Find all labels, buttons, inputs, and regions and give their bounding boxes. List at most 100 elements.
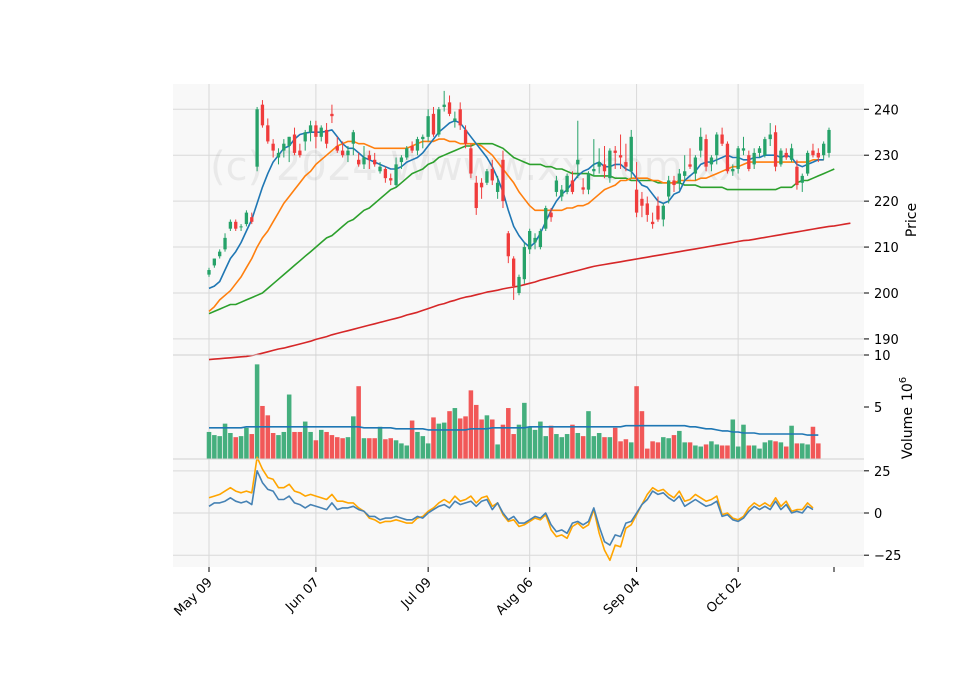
- volume-bar: [281, 431, 287, 459]
- candle-body: [763, 139, 767, 156]
- volume-bar: [805, 444, 810, 459]
- candle-body: [292, 134, 297, 153]
- candle-body: [287, 136, 291, 147]
- candle-body: [768, 134, 772, 140]
- volume-bar: [746, 445, 752, 459]
- volume-bar: [217, 436, 222, 459]
- volume-bar: [292, 431, 297, 459]
- candle-body: [490, 168, 494, 181]
- candle-body: [650, 221, 655, 225]
- volume-bar: [511, 434, 516, 459]
- candle-body: [447, 102, 452, 114]
- volume-bar: [335, 437, 340, 459]
- candle: [544, 205, 548, 231]
- price-tick-label: 230: [874, 149, 899, 164]
- volume-bar: [270, 433, 276, 459]
- candle-body: [752, 152, 756, 165]
- volume-exponent-base: 10: [900, 383, 916, 401]
- candle-body: [560, 189, 564, 197]
- candlestick-chart: (c) 2024 Wwww.xx.com.xx May 09 Jun 07 Jul …: [0, 0, 960, 690]
- volume-bar: [794, 443, 800, 459]
- candle-body: [602, 164, 607, 172]
- candle-body: [314, 125, 318, 137]
- candle-body: [324, 129, 329, 144]
- volume-bar: [313, 440, 319, 459]
- candle-body: [431, 113, 436, 135]
- candle-body: [672, 180, 676, 186]
- price-tick-label: 190: [874, 333, 899, 348]
- candle-body: [319, 127, 323, 137]
- candle-body: [634, 189, 639, 213]
- volume-bar: [698, 446, 703, 459]
- volume-bar: [473, 404, 479, 459]
- volume-bar: [730, 419, 736, 459]
- candle-body: [656, 205, 660, 220]
- candle-body: [613, 150, 617, 153]
- volume-bar: [559, 437, 565, 459]
- candle-body: [661, 205, 665, 220]
- volume-bar: [532, 429, 538, 459]
- candle: [255, 106, 259, 172]
- volume-bar: [233, 437, 238, 459]
- volume-bar: [490, 419, 495, 459]
- candle: [485, 168, 489, 186]
- candle-body: [645, 203, 649, 215]
- candle-body: [779, 150, 783, 165]
- volume-bar: [623, 439, 629, 459]
- volume-bar: [682, 442, 687, 459]
- volume-bar: [741, 424, 746, 459]
- candle: [538, 228, 543, 250]
- candle-body: [811, 150, 815, 156]
- volume-tick-label: 5: [874, 401, 882, 416]
- candle-body: [276, 152, 281, 158]
- volume-bar: [404, 445, 410, 459]
- volume-bar: [393, 440, 399, 459]
- volume-bar: [602, 437, 607, 459]
- candle-body: [592, 168, 596, 172]
- candle: [244, 210, 249, 227]
- candle-body: [795, 166, 799, 186]
- candle-body: [218, 251, 222, 257]
- volume-bar: [441, 422, 447, 459]
- candle-body: [298, 150, 302, 156]
- volume-bar: [297, 431, 303, 459]
- candle-body: [511, 258, 516, 287]
- volume-bar: [479, 419, 484, 459]
- candle-body: [266, 125, 270, 142]
- volume-bar: [249, 434, 255, 459]
- candle: [704, 134, 708, 172]
- volume-bar: [383, 439, 388, 459]
- candle-body: [506, 233, 510, 257]
- candle-body: [207, 270, 211, 275]
- candle-body: [827, 129, 831, 153]
- candle-body: [618, 155, 623, 158]
- volume-bar: [463, 416, 468, 459]
- volume-bar: [767, 440, 773, 459]
- volume-bar: [810, 426, 816, 459]
- candle-body: [528, 230, 532, 250]
- candle-body: [709, 157, 714, 165]
- volume-bar: [329, 435, 335, 459]
- volume-bar: [238, 436, 244, 459]
- volume-bar: [516, 424, 522, 459]
- candle-body: [340, 150, 345, 156]
- volume-axis-label: Volume 106: [898, 377, 916, 459]
- candle: [779, 148, 783, 167]
- volume-bar: [318, 429, 324, 459]
- volume-bar: [580, 436, 586, 459]
- volume-bar: [645, 448, 650, 459]
- candle: [517, 274, 521, 296]
- candle-body: [699, 136, 703, 151]
- candle-body: [239, 226, 243, 228]
- volume-bar: [671, 435, 677, 459]
- volume-bar: [650, 441, 655, 459]
- candle-body: [741, 148, 746, 151]
- candle-body: [415, 139, 420, 151]
- volume-bar: [500, 424, 506, 459]
- candle-body: [570, 180, 575, 192]
- candle: [565, 173, 569, 195]
- candle-body: [736, 148, 740, 169]
- candle-body: [821, 143, 826, 156]
- candle-body: [373, 159, 377, 165]
- price-axis-label: Price: [904, 203, 920, 237]
